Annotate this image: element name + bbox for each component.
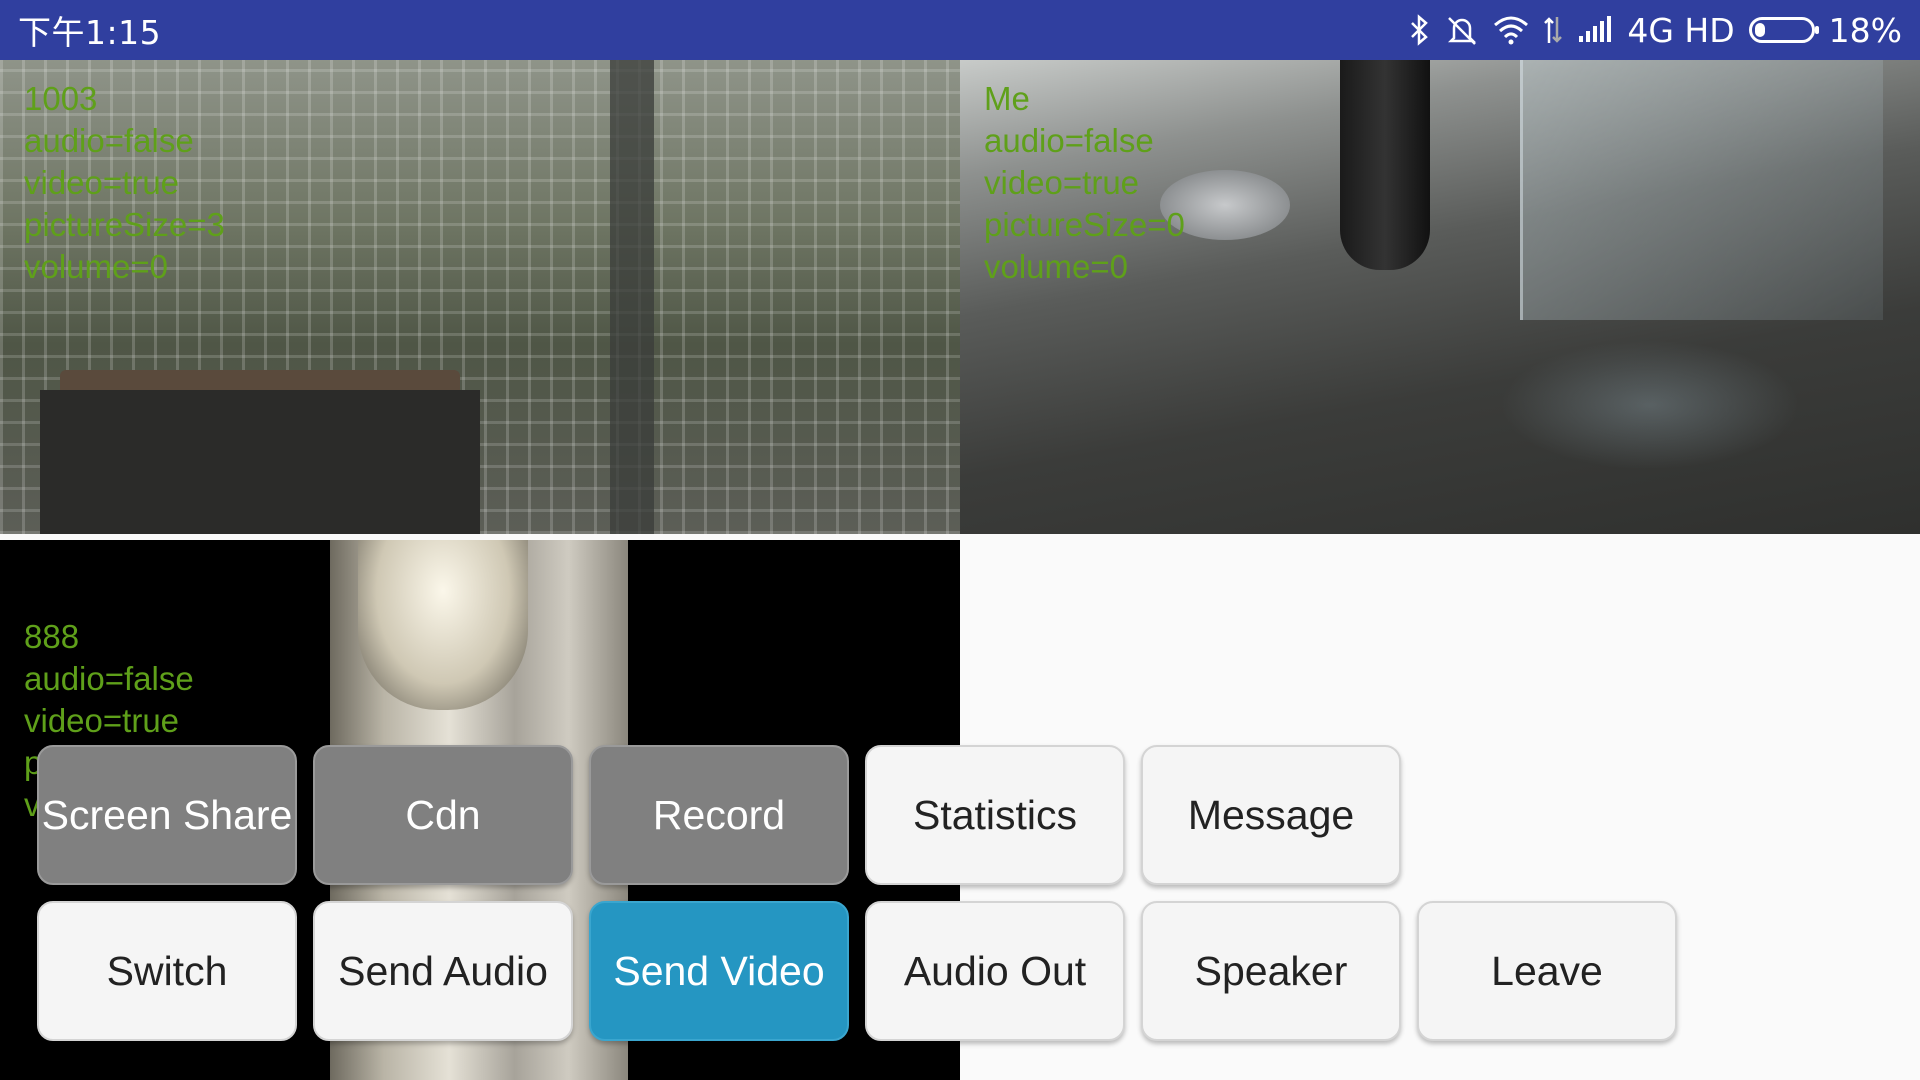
send-video-button[interactable]: Send Video	[589, 901, 849, 1041]
record-button[interactable]: Record	[589, 745, 849, 885]
audio-out-button[interactable]: Audio Out	[865, 901, 1125, 1041]
video-content-planter	[40, 390, 480, 534]
video-tile-local[interactable]: Me audio=false video=true pictureSize=0 …	[960, 60, 1920, 534]
video-content-vase	[1340, 60, 1430, 270]
stream-audio-state: audio=false	[24, 122, 194, 159]
screen-share-button[interactable]: Screen Share	[37, 745, 297, 885]
battery-icon	[1748, 17, 1819, 43]
bluetooth-icon	[1409, 14, 1431, 46]
stream-video-state: video=true	[984, 164, 1140, 201]
network-type: 4G HD	[1627, 10, 1735, 50]
stream-user-id: 888	[24, 618, 80, 655]
stream-user-id: Me	[984, 80, 1030, 117]
video-content-lamp	[358, 540, 528, 710]
status-bar: 下午1:15 4G HD 18%	[0, 0, 1920, 60]
video-content-floor-shine	[1500, 340, 1800, 470]
mute-icon	[1445, 14, 1479, 46]
status-time: 下午1:15	[18, 13, 162, 52]
video-tile-remote-1003[interactable]: 1003 audio=false video=true pictureSize=…	[0, 60, 960, 534]
signal-icon	[1577, 16, 1613, 44]
stream-volume: volume=0	[984, 248, 1129, 285]
wifi-icon	[1493, 15, 1529, 45]
message-button[interactable]: Message	[1141, 745, 1401, 885]
battery-percent: 18%	[1828, 10, 1902, 50]
speaker-button[interactable]: Speaker	[1141, 901, 1401, 1041]
stream-picture-size: pictureSize=3	[24, 206, 225, 243]
battery-fill	[1754, 23, 1765, 37]
send-audio-button[interactable]: Send Audio	[313, 901, 573, 1041]
stream-video-state: video=true	[24, 164, 180, 201]
video-content-glass	[1520, 60, 1883, 320]
stream-audio-state: audio=false	[984, 122, 1154, 159]
stream-info-remote-1003: 1003 audio=false video=true pictureSize=…	[24, 78, 225, 288]
stream-video-state: video=true	[24, 702, 180, 739]
switch-camera-button[interactable]: Switch	[37, 901, 297, 1041]
battery-nub	[1814, 26, 1819, 34]
video-content-post	[610, 60, 654, 534]
stream-volume: volume=0	[24, 248, 169, 285]
stream-user-id: 1003	[24, 80, 98, 117]
cdn-button[interactable]: Cdn	[313, 745, 573, 885]
stream-audio-state: audio=false	[24, 660, 194, 697]
statistics-button[interactable]: Statistics	[865, 745, 1125, 885]
stream-info-local: Me audio=false video=true pictureSize=0 …	[984, 78, 1185, 288]
status-icons: 4G HD 18%	[1409, 11, 1902, 50]
data-arrows-icon	[1543, 15, 1563, 45]
leave-button[interactable]: Leave	[1417, 901, 1677, 1041]
stream-picture-size: pictureSize=0	[984, 206, 1185, 243]
